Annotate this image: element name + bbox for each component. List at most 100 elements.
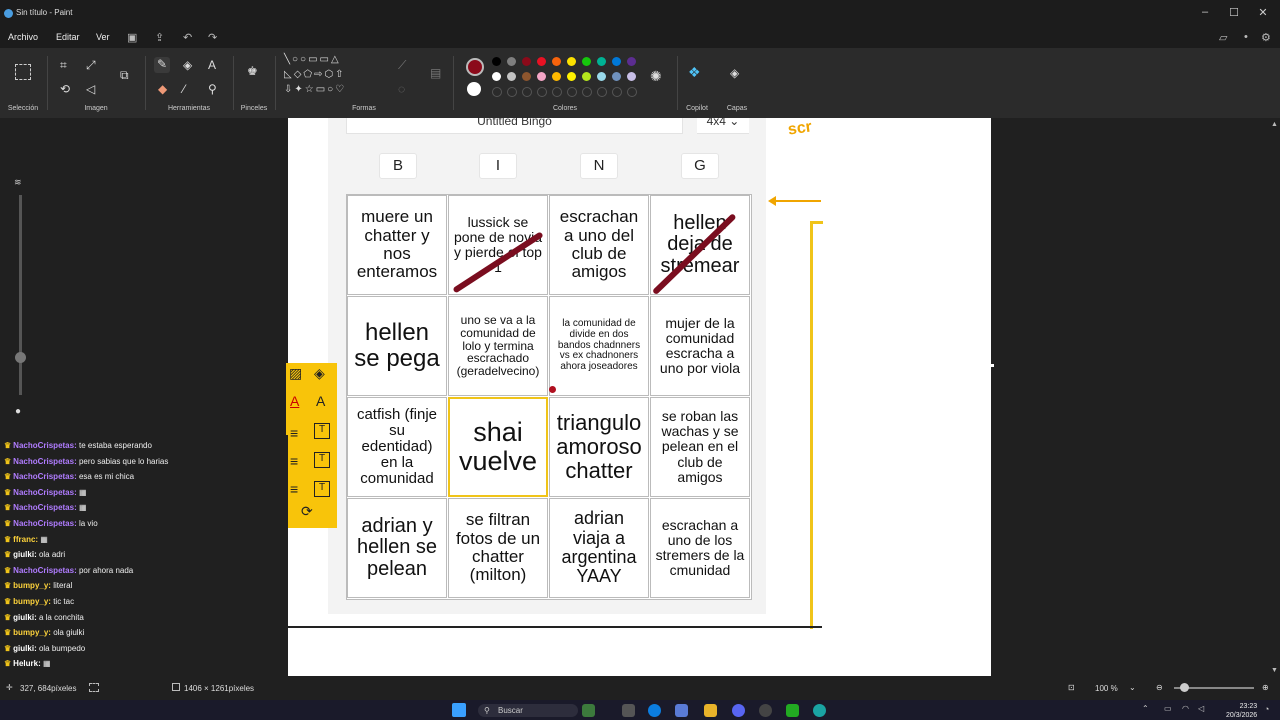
- save-icon[interactable]: ▣: [127, 31, 137, 44]
- copilot-icon[interactable]: ❖: [688, 64, 701, 81]
- eraser-icon[interactable]: ◆: [158, 82, 167, 96]
- color-swatch[interactable]: [522, 57, 531, 66]
- widgets-icon[interactable]: [582, 704, 595, 717]
- zoom-dropdown-icon[interactable]: ⌄: [1129, 683, 1136, 692]
- edge-icon[interactable]: [648, 704, 661, 717]
- store-icon[interactable]: [675, 704, 688, 717]
- minimize-button[interactable]: –: [1190, 6, 1220, 18]
- crop-icon[interactable]: ⌗: [60, 58, 67, 73]
- color-swatch[interactable]: [492, 72, 501, 81]
- tray-network-icon[interactable]: ▭: [1164, 704, 1172, 713]
- color-swatch[interactable]: [627, 87, 637, 97]
- menu-archivo[interactable]: Archivo: [8, 32, 38, 42]
- color-swatch[interactable]: [522, 72, 531, 81]
- tray-volume-icon[interactable]: ◁: [1198, 704, 1204, 713]
- task-view-icon[interactable]: [622, 704, 635, 717]
- image-ai-icon[interactable]: ⧉: [120, 68, 129, 83]
- maximize-button[interactable]: ☐: [1219, 6, 1249, 19]
- flip-icon[interactable]: ◁: [86, 82, 95, 96]
- lock-icon[interactable]: ●: [15, 406, 21, 417]
- scroll-down-arrow[interactable]: ▼: [1271, 667, 1278, 674]
- secondary-color-swatch[interactable]: [467, 82, 481, 96]
- volume-icon[interactable]: ≋: [14, 177, 22, 188]
- chat-username[interactable]: NachoCrispetas:: [13, 503, 79, 512]
- color-swatch[interactable]: [552, 87, 562, 97]
- magnifier-icon[interactable]: ⚲: [208, 82, 217, 96]
- notification-icon[interactable]: ◔: [1264, 704, 1269, 714]
- edit-colors-icon[interactable]: ✺: [650, 68, 662, 85]
- pencil-icon[interactable]: ✎: [154, 57, 170, 73]
- redo-icon[interactable]: ↷: [208, 31, 217, 44]
- text-box-icon[interactable]: T: [314, 481, 330, 497]
- zoom-in-icon[interactable]: ⊕: [1262, 683, 1269, 692]
- paint-bucket-icon[interactable]: ◈: [314, 365, 325, 382]
- align-left-icon[interactable]: ≡: [290, 425, 298, 441]
- color-swatch[interactable]: [582, 72, 591, 81]
- chat-username[interactable]: NachoCrispetas:: [13, 566, 79, 575]
- color-swatch[interactable]: [582, 87, 592, 97]
- chat-username[interactable]: giulki:: [13, 613, 39, 622]
- shapes-row1-icon[interactable]: ╲○○▭▭△: [284, 54, 341, 65]
- menu-editar[interactable]: Editar: [56, 32, 80, 42]
- image-icon[interactable]: ▨: [289, 365, 302, 382]
- menu-ver[interactable]: Ver: [96, 32, 110, 42]
- obs-icon[interactable]: [759, 704, 772, 717]
- chat-username[interactable]: NachoCrispetas:: [13, 488, 79, 497]
- bingo-cell-selected[interactable]: shai vuelve: [448, 397, 548, 497]
- color-swatch[interactable]: [627, 57, 636, 66]
- shapes-row2-icon[interactable]: ◺◇⬠⇨⬡⇧: [284, 69, 346, 80]
- clock[interactable]: 23:23 20/3/2026: [1226, 702, 1257, 720]
- brush-icon[interactable]: ♚: [247, 64, 258, 78]
- taskbar-search[interactable]: ⚲ Buscar: [478, 704, 578, 717]
- shape-fill-icon[interactable]: ◌: [398, 82, 405, 96]
- outline-icon[interactable]: ⟋: [398, 58, 406, 73]
- color-swatch[interactable]: [612, 57, 621, 66]
- shapes-row3-icon[interactable]: ⇩✦☆▭○♡: [284, 84, 346, 95]
- chat-username[interactable]: bumpy_y:: [13, 597, 53, 606]
- layers-icon[interactable]: ◈: [730, 66, 739, 80]
- color-picker-icon[interactable]: ⁄: [183, 82, 185, 96]
- rotate-icon[interactable]: ⟲: [60, 82, 70, 96]
- color-swatch[interactable]: [582, 57, 591, 66]
- chat-username[interactable]: giulki:: [13, 644, 39, 653]
- font-color-icon[interactable]: A: [290, 393, 299, 409]
- color-swatch[interactable]: [597, 87, 607, 97]
- color-swatch[interactable]: [537, 87, 547, 97]
- text-box-icon[interactable]: T: [314, 423, 330, 439]
- settings-gear-icon[interactable]: ⚙: [1261, 31, 1271, 44]
- chat-username[interactable]: Helurk:: [13, 659, 43, 668]
- chat-username[interactable]: giulki:: [13, 550, 39, 559]
- color-swatch[interactable]: [612, 87, 622, 97]
- color-swatch[interactable]: [612, 72, 621, 81]
- app-icon[interactable]: [786, 704, 799, 717]
- color-swatch[interactable]: [537, 57, 546, 66]
- color-swatch[interactable]: [537, 72, 546, 81]
- fill-shape-icon[interactable]: ▤: [430, 66, 441, 80]
- resize-handle[interactable]: [991, 364, 994, 367]
- color-swatch[interactable]: [552, 72, 561, 81]
- chat-username[interactable]: NachoCrispetas:: [13, 472, 79, 481]
- text-outline-icon[interactable]: A: [316, 393, 325, 409]
- color-swatch[interactable]: [507, 57, 516, 66]
- volume-slider-thumb[interactable]: [15, 352, 26, 363]
- color-swatch[interactable]: [492, 87, 502, 97]
- file-explorer-icon[interactable]: [704, 704, 717, 717]
- color-swatch[interactable]: [567, 57, 576, 66]
- zoom-out-icon[interactable]: ⊖: [1156, 683, 1163, 692]
- color-swatch[interactable]: [507, 87, 517, 97]
- color-swatch[interactable]: [492, 57, 501, 66]
- color-swatch[interactable]: [597, 57, 606, 66]
- zoom-slider-thumb[interactable]: [1180, 683, 1189, 692]
- refresh-icon[interactable]: ⟳: [301, 503, 313, 520]
- fill-bucket-icon[interactable]: ◈: [183, 58, 192, 72]
- color-swatch[interactable]: [567, 72, 576, 81]
- share-icon[interactable]: ⇪: [155, 31, 164, 44]
- color-swatch[interactable]: [507, 72, 516, 81]
- chat-username[interactable]: NachoCrispetas:: [13, 457, 79, 466]
- chat-username[interactable]: bumpy_y:: [13, 628, 53, 637]
- start-button-icon[interactable]: [452, 703, 466, 717]
- color-swatch[interactable]: [552, 57, 561, 66]
- zoom-level[interactable]: 100 %: [1095, 684, 1118, 693]
- discord-icon[interactable]: [732, 704, 745, 717]
- feedback-icon[interactable]: ▱: [1219, 31, 1227, 44]
